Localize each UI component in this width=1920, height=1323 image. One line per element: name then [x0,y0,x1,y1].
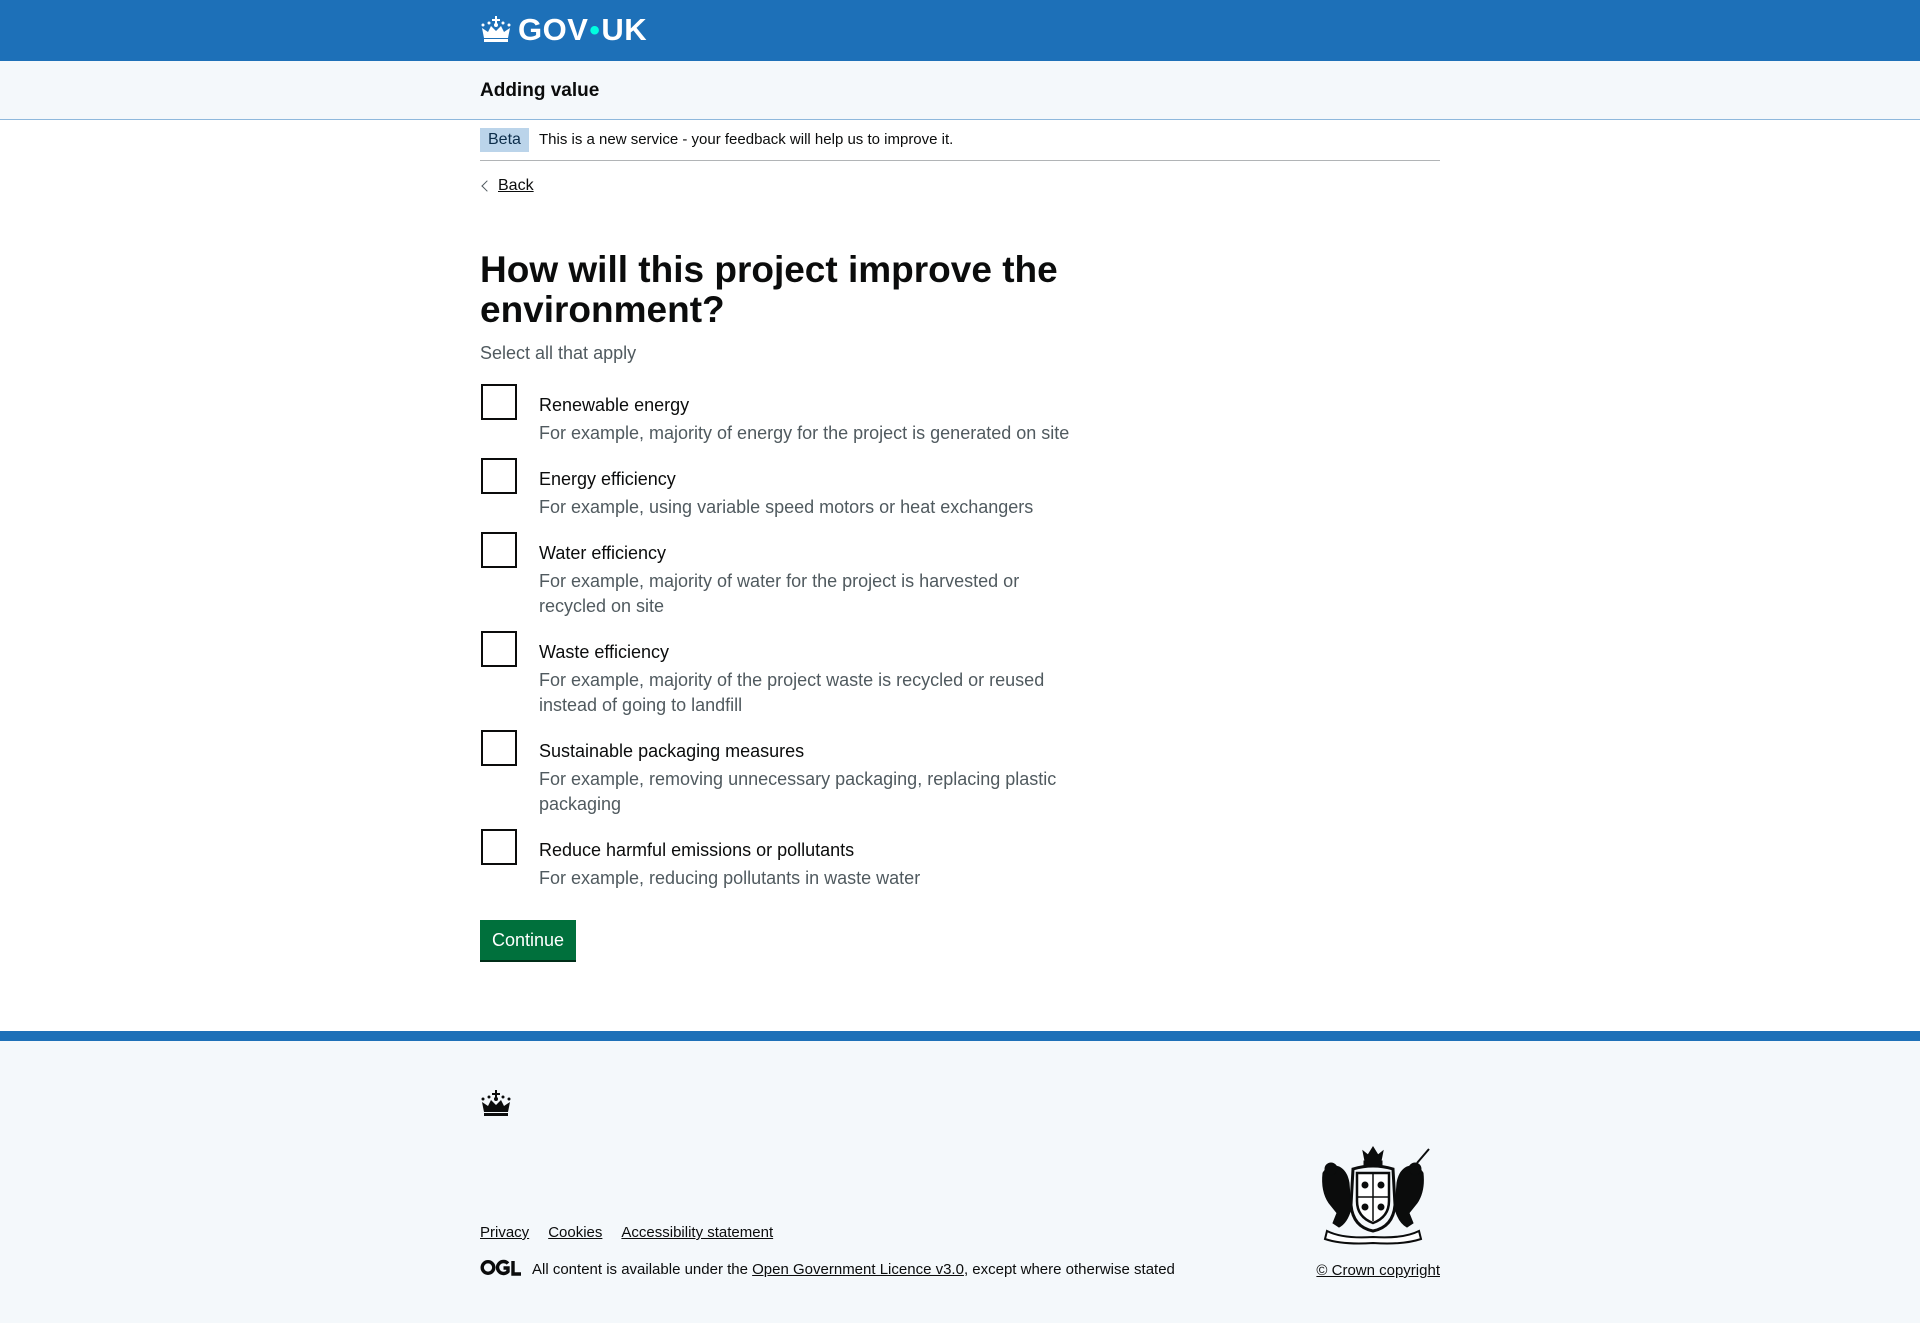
checkbox-hint: For example, removing unnecessary packag… [539,769,1057,814]
footer-link-accessibility[interactable]: Accessibility statement [621,1224,773,1241]
checkbox-label[interactable]: Renewable energy [539,393,689,417]
main-container: Beta This is a new service - your feedba… [480,0,1440,1031]
crown-icon [480,1089,512,1124]
back-link[interactable]: Back [480,177,534,195]
question-hint: Select all that apply [480,343,637,363]
licence-suffix: , except where otherwise stated [963,1261,1175,1278]
checkbox-label[interactable]: Energy efficiency [539,467,676,491]
checkbox-input[interactable] [481,730,517,766]
chevron-left-icon [481,180,493,192]
footer: Privacy Cookies Accessibility statement … [0,1031,1920,1323]
royal-coat-of-arms-icon [1313,1143,1433,1250]
crown-copyright-link[interactable]: © Crown copyright [1316,1262,1440,1279]
checkbox-hint: For example, majority of water for the p… [539,571,1020,616]
checkbox-label[interactable]: Waste efficiency [539,640,669,664]
checkbox-hint: For example, using variable speed motors… [539,497,1034,517]
continue-button[interactable]: Continue [480,920,577,960]
beta-tag: Beta [480,128,529,152]
back-link-label: Back [498,177,534,194]
licence-link[interactable]: Open Government Licence v3.0 [752,1261,964,1278]
checkbox-input[interactable] [481,829,517,865]
page-title: How will this project improve the enviro… [480,249,1058,330]
licence-statement: All content is available under the Open … [480,1259,1175,1280]
ogl-logo-icon [480,1259,522,1280]
checkbox-input[interactable] [481,458,517,494]
footer-link-privacy[interactable]: Privacy [480,1224,529,1241]
checkbox-input[interactable] [481,532,517,568]
checkbox-input[interactable] [481,384,517,420]
phase-banner: Beta This is a new service - your feedba… [480,120,1440,161]
footer-link-cookies[interactable]: Cookies [548,1224,602,1241]
checkbox-label[interactable]: Reduce harmful emissions or pollutants [539,838,854,862]
footer-links: Privacy Cookies Accessibility statement [480,1224,773,1241]
checkbox-label[interactable]: Sustainable packaging measures [539,739,804,763]
checkbox-hint: For example, reducing pollutants in wast… [539,868,921,888]
checkbox-label[interactable]: Water efficiency [539,541,666,565]
checkbox-hint: For example, majority of the project was… [539,670,1045,715]
phase-banner-text: This is a new service - your feedback wi… [539,131,954,148]
licence-prefix: All content is available under the [532,1261,753,1278]
checkbox-input[interactable] [481,631,517,667]
checkbox-hint: For example, majority of energy for the … [539,423,1070,443]
